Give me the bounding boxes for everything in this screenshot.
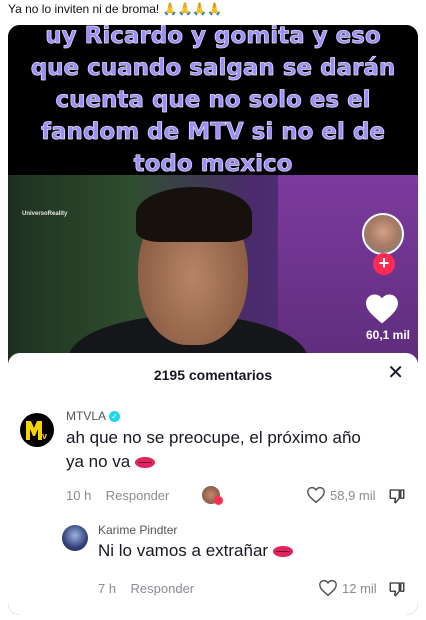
comment-meta: 7 h Responder [98,581,194,596]
heart-outline-icon[interactable] [318,579,338,597]
kiss-lips-icon [135,457,155,469]
video-player[interactable]: UniversoReality + 60,1 mil [8,175,418,375]
heart-icon[interactable] [364,293,400,325]
comment-username[interactable]: Karime Pindter [98,523,177,537]
mtv-logo-icon: tv [26,421,47,441]
comment-like[interactable]: 58,9 mil [306,486,376,504]
reply-button[interactable]: Responder [131,581,195,596]
comment-text-content: ah que no se preocupe, el próximo año ya… [66,428,361,471]
creator-avatar[interactable] [362,213,404,255]
reply-button[interactable]: Responder [106,488,170,503]
overlay-text-box: uy Ricardo y gomita y eso que cuando sal… [8,25,418,177]
verified-icon: ✓ [109,411,121,422]
dislike-icon[interactable] [388,487,406,505]
svg-text:tv: tv [39,431,47,441]
comment-meta: 10 h Responder [66,488,169,503]
like-count: 60,1 mil [365,328,410,342]
video-person-hair [136,187,252,242]
comment-text-content: Ni lo vamos a extrañar [98,541,269,560]
comment-username-text: MTVLA [66,409,107,423]
comments-count: 2195 comentarios [153,367,273,383]
post-caption: Ya no lo inviten ni de broma! 🙏🙏🙏🙏 [8,2,223,16]
close-icon[interactable]: ✕ [387,363,404,383]
kiss-lips-icon [272,546,293,558]
comment-avatar-mtvla[interactable]: tv [20,413,54,447]
comment-avatar-karime[interactable] [62,525,88,551]
comment-time: 10 h [66,488,92,503]
dislike-icon[interactable] [388,580,406,598]
comment-text: Ni lo vamos a extrañar [98,539,358,563]
comment-like-count: 12 mil [342,580,377,596]
comment-text: ah que no se preocupe, el próximo año ya… [66,426,366,474]
comment-like-count: 58,9 mil [330,487,376,503]
heart-outline-icon[interactable] [306,486,326,504]
video-card[interactable]: uy Ricardo y gomita y eso que cuando sal… [8,25,418,615]
follow-button[interactable]: + [373,253,395,275]
video-watermark: UniversoReality [22,211,68,217]
overlay-text: uy Ricardo y gomita y eso que cuando sal… [30,25,396,177]
creator-liked-heart-icon [214,496,223,505]
comment-like[interactable]: 12 mil [318,579,377,597]
comments-sheet: 2195 comentarios ✕ tv MTVLA ✓ ah que no s… [8,353,418,615]
comment-time: 7 h [98,581,117,596]
comment-username[interactable]: MTVLA ✓ [66,409,121,423]
